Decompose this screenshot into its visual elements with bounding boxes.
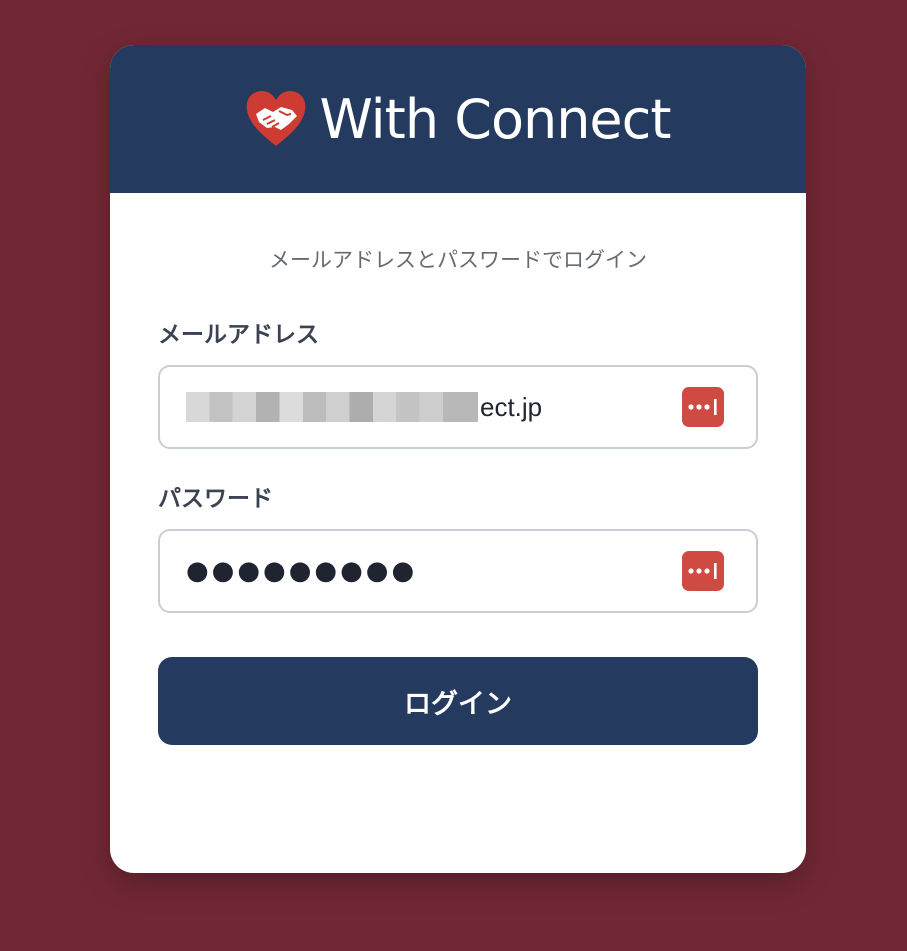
brand-name: With Connect [319,87,671,151]
password-dots: ●●●●●●●●● [186,556,418,586]
password-field[interactable]: ●●●●●●●●● [158,529,758,613]
password-manager-icon[interactable] [682,387,724,427]
redacted-email-part [186,392,478,422]
password-value[interactable]: ●●●●●●●●● [186,556,682,586]
password-manager-icon[interactable] [682,551,724,591]
login-card: With Connect メールアドレスとパスワードでログイン メールアドレス … [110,45,806,873]
password-label: パスワード [158,486,273,512]
email-visible-suffix: ect.jp [480,391,543,422]
email-value[interactable]: ect.jp [186,392,682,423]
heart-handshake-icon [245,90,307,148]
login-button[interactable]: ログイン [158,657,758,745]
login-form: メールアドレスとパスワードでログイン メールアドレス ect.jp パスワード … [110,245,806,745]
brand-logo: With Connect [245,87,672,151]
email-field[interactable]: ect.jp [158,365,758,449]
card-header: With Connect [110,45,806,193]
email-label: メールアドレス [158,322,319,348]
form-subtitle: メールアドレスとパスワードでログイン [269,248,647,272]
